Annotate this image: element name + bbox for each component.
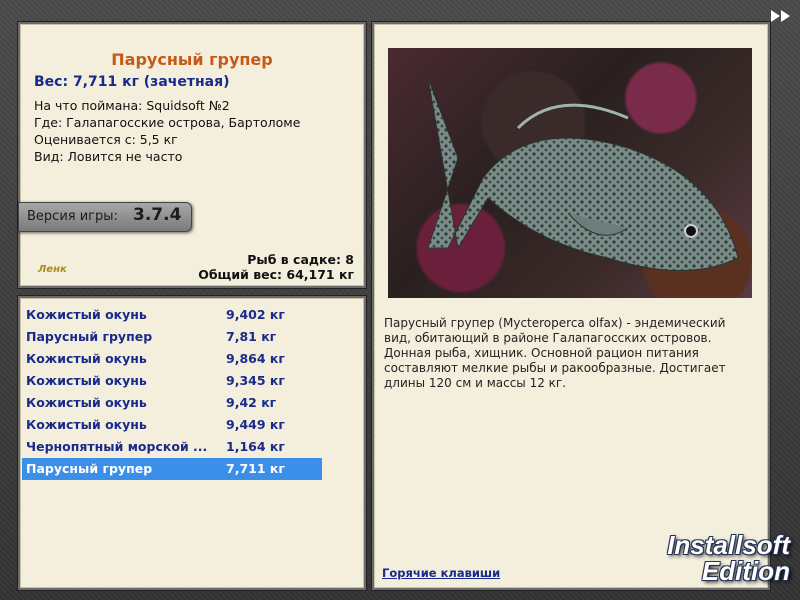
fish-detail-panel: Парусный групер (Mycteroperca olfax) - э… [372, 22, 770, 590]
list-item-name: Кожистый окунь [26, 373, 147, 388]
list-item-name: Кожистый окунь [26, 417, 147, 432]
fast-forward-icon[interactable] [770, 8, 792, 24]
version-label: Версия игры: [27, 209, 118, 224]
list-item[interactable]: Кожистый окунь 9,864 кг [22, 348, 322, 370]
total-weight: Общий вес: 64,171 кг [198, 267, 354, 282]
list-item-selected[interactable]: Парусный групер 7,711 кг [22, 458, 322, 480]
installsoft-logo: Installsoft Edition [640, 532, 790, 584]
list-item-name: Кожистый окунь [26, 351, 147, 366]
caught-with: На что поймана: Squidsoft №2 [34, 98, 230, 113]
catch-list: Кожистый окунь 9,402 кг Парусный групер 7,… [18, 296, 366, 590]
list-item-weight: 9,449 кг [226, 417, 285, 432]
list-item[interactable]: Чернопятный морской ... 1,164 кг [22, 436, 322, 458]
version-value: 3.7.4 [133, 205, 182, 225]
list-item[interactable]: Кожистый окунь 9,42 кг [22, 392, 322, 414]
fish-weight: Вес: 7,711 кг (зачетная) [34, 74, 230, 90]
list-item-weight: 1,164 кг [226, 439, 285, 454]
list-item-name: Кожистый окунь [26, 395, 147, 410]
list-item-name: Кожистый окунь [26, 307, 147, 322]
fish-kind: Вид: Ловится не часто [34, 149, 183, 164]
brand-line1: Installsoft [667, 530, 790, 560]
list-item-name: Парусный групер [26, 461, 153, 476]
list-item-name: Парусный групер [26, 329, 153, 344]
small-logo: Ленк [38, 264, 67, 275]
rated-from: Оценивается с: 5,5 кг [34, 132, 178, 147]
list-item-weight: 7,711 кг [226, 461, 285, 476]
hotkeys-link[interactable]: Горячие клавиши [382, 566, 500, 580]
brand-line2: Edition [701, 556, 790, 586]
grouper-image [427, 77, 739, 271]
list-item-weight: 9,345 кг [226, 373, 285, 388]
fish-title: Парусный групер [111, 50, 273, 69]
fish-info-panel: Парусный групер Вес: 7,711 кг (зачетная)… [18, 22, 366, 288]
list-item-weight: 9,42 кг [226, 395, 277, 410]
location: Где: Галапагосские острова, Бартоломе [34, 115, 301, 130]
fish-description: Парусный групер (Mycteroperca olfax) - э… [384, 316, 726, 390]
version-plate: Версия игры: 3.7.4 [18, 202, 192, 232]
list-item[interactable]: Кожистый окунь 9,449 кг [22, 414, 322, 436]
list-item-weight: 9,402 кг [226, 307, 285, 322]
list-item[interactable]: Кожистый окунь 9,345 кг [22, 370, 322, 392]
list-item-name: Чернопятный морской ... [26, 439, 208, 454]
fish-photo [388, 48, 752, 298]
list-item[interactable]: Кожистый окунь 9,402 кг [22, 304, 322, 326]
fish-in-net: Рыб в садке: 8 [247, 252, 354, 267]
list-item-weight: 7,81 кг [226, 329, 277, 344]
list-item-weight: 9,864 кг [226, 351, 285, 366]
list-item[interactable]: Парусный групер 7,81 кг [22, 326, 322, 348]
